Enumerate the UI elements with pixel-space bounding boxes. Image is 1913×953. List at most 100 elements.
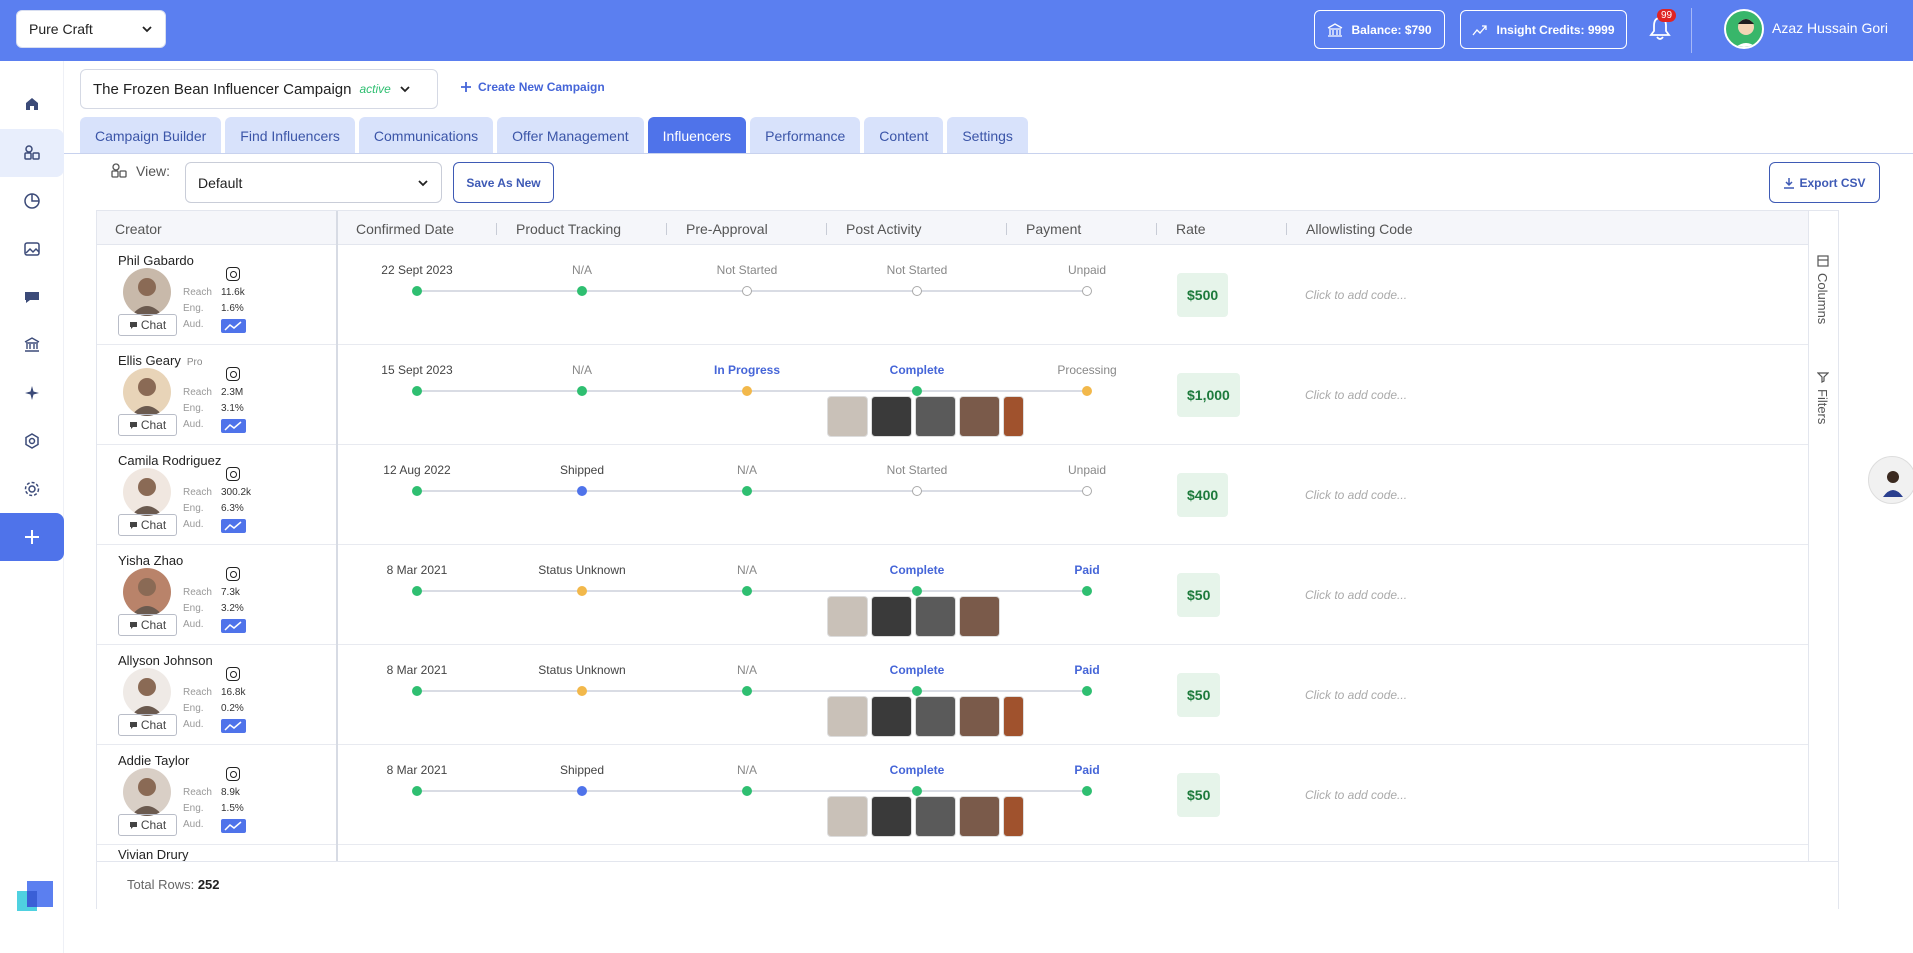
allowlisting-code-input[interactable]: Click to add code... bbox=[1305, 688, 1407, 702]
allowlisting-code-input[interactable]: Click to add code... bbox=[1305, 788, 1407, 802]
table-row[interactable]: Yisha Zhao Reach 7.3k Eng. 3.2% Aud. Chat 8 Mar… bbox=[97, 545, 1808, 645]
tab-find-influencers[interactable]: Find Influencers bbox=[225, 117, 355, 154]
header-payment[interactable]: Payment bbox=[1026, 221, 1081, 237]
instagram-icon[interactable] bbox=[226, 367, 240, 381]
chat-button[interactable]: Chat bbox=[118, 514, 177, 536]
post-thumbnail[interactable] bbox=[827, 396, 868, 437]
creator-avatar[interactable] bbox=[123, 568, 171, 616]
post-activity-status[interactable]: Not Started bbox=[887, 263, 948, 277]
tracking-status[interactable]: Shipped bbox=[560, 763, 604, 777]
pre-approval-status[interactable]: In Progress bbox=[714, 363, 780, 377]
creator-name[interactable]: Camila Rodriguez bbox=[118, 453, 221, 468]
rate-badge[interactable]: $50 bbox=[1177, 773, 1221, 817]
tracking-status[interactable]: N/A bbox=[572, 263, 592, 277]
header-pre-approval[interactable]: Pre-Approval bbox=[686, 221, 768, 237]
audience-chart-button[interactable] bbox=[221, 619, 246, 633]
chat-button[interactable]: Chat bbox=[118, 814, 177, 836]
payment-status[interactable]: Paid bbox=[1074, 563, 1099, 577]
post-thumbnail[interactable] bbox=[915, 596, 956, 637]
confirmed-status[interactable]: 8 Mar 2021 bbox=[387, 763, 448, 777]
table-row-partial[interactable]: Vivian Drury bbox=[97, 845, 1808, 861]
post-thumbnail[interactable] bbox=[1003, 396, 1024, 437]
table-row[interactable]: Phil Gabardo Reach 11.6k Eng. 1.6% Aud. Chat 22… bbox=[97, 245, 1808, 345]
post-thumbnail[interactable] bbox=[959, 696, 1000, 737]
nav-ai[interactable] bbox=[0, 369, 64, 417]
post-thumbnail[interactable] bbox=[827, 696, 868, 737]
rate-badge[interactable]: $1,000 bbox=[1177, 373, 1240, 417]
post-activity-status[interactable]: Complete bbox=[890, 363, 945, 377]
payment-status[interactable]: Unpaid bbox=[1068, 463, 1106, 477]
allowlisting-code-input[interactable]: Click to add code... bbox=[1305, 288, 1407, 302]
header-product-tracking[interactable]: Product Tracking bbox=[516, 221, 621, 237]
confirmed-status[interactable]: 22 Sept 2023 bbox=[381, 263, 452, 277]
post-thumbnail[interactable] bbox=[915, 796, 956, 837]
tab-communications[interactable]: Communications bbox=[358, 117, 494, 154]
post-activity-status[interactable]: Complete bbox=[890, 763, 945, 777]
creator-avatar[interactable] bbox=[123, 468, 171, 516]
creator-name[interactable]: Ellis Geary Pro bbox=[118, 353, 202, 368]
nav-campaigns[interactable] bbox=[0, 129, 64, 177]
nav-settings[interactable] bbox=[0, 465, 64, 513]
tab-campaign-builder[interactable]: Campaign Builder bbox=[80, 117, 222, 154]
post-thumbnail[interactable] bbox=[915, 696, 956, 737]
creator-name[interactable]: Addie Taylor bbox=[118, 753, 189, 768]
filters-toggle[interactable]: Filters bbox=[1815, 371, 1830, 424]
table-row[interactable]: Camila Rodriguez Reach 300.2k Eng. 6.3% Aud. C… bbox=[97, 445, 1808, 545]
audience-chart-button[interactable] bbox=[221, 419, 246, 433]
view-select[interactable]: Default bbox=[185, 162, 442, 203]
insight-credits-button[interactable]: Insight Credits: 9999 bbox=[1460, 10, 1627, 49]
creator-avatar[interactable] bbox=[123, 368, 171, 416]
balance-button[interactable]: Balance: $790 bbox=[1314, 10, 1445, 49]
post-thumbnail[interactable] bbox=[915, 396, 956, 437]
post-thumbnail[interactable] bbox=[871, 396, 912, 437]
nav-media[interactable] bbox=[0, 225, 64, 273]
audience-chart-button[interactable] bbox=[221, 519, 246, 533]
post-thumbnail[interactable] bbox=[871, 696, 912, 737]
rate-badge[interactable]: $50 bbox=[1177, 573, 1221, 617]
audience-chart-button[interactable] bbox=[221, 819, 246, 833]
nav-home[interactable] bbox=[0, 80, 64, 128]
nav-analytics[interactable] bbox=[0, 177, 64, 225]
workspace-select[interactable]: Pure Craft bbox=[16, 10, 166, 48]
campaign-select[interactable]: The Frozen Bean Influencer Campaign acti… bbox=[80, 69, 438, 109]
header-post-activity[interactable]: Post Activity bbox=[846, 221, 921, 237]
audience-chart-button[interactable] bbox=[221, 319, 246, 333]
nav-add-button[interactable] bbox=[0, 513, 64, 561]
instagram-icon[interactable] bbox=[226, 267, 240, 281]
pre-approval-status[interactable]: N/A bbox=[737, 663, 757, 677]
payment-status[interactable]: Paid bbox=[1074, 763, 1099, 777]
instagram-icon[interactable] bbox=[226, 767, 240, 781]
creator-avatar[interactable] bbox=[123, 268, 171, 316]
tracking-status[interactable]: Status Unknown bbox=[538, 663, 625, 677]
user-avatar[interactable] bbox=[1724, 9, 1764, 49]
chat-button[interactable]: Chat bbox=[118, 714, 177, 736]
confirmed-status[interactable]: 15 Sept 2023 bbox=[381, 363, 452, 377]
chat-button[interactable]: Chat bbox=[118, 414, 177, 436]
payment-status[interactable]: Paid bbox=[1074, 663, 1099, 677]
payment-status[interactable]: Processing bbox=[1057, 363, 1116, 377]
confirmed-status[interactable]: 12 Aug 2022 bbox=[383, 463, 450, 477]
pre-approval-status[interactable]: N/A bbox=[737, 763, 757, 777]
export-csv-button[interactable]: Export CSV bbox=[1769, 162, 1880, 203]
instagram-icon[interactable] bbox=[226, 467, 240, 481]
confirmed-status[interactable]: 8 Mar 2021 bbox=[387, 663, 448, 677]
creator-avatar[interactable] bbox=[123, 668, 171, 716]
post-thumbnail[interactable] bbox=[959, 796, 1000, 837]
columns-toggle[interactable]: Columns bbox=[1815, 255, 1830, 324]
allowlisting-code-input[interactable]: Click to add code... bbox=[1305, 588, 1407, 602]
tab-settings[interactable]: Settings bbox=[947, 117, 1028, 154]
instagram-icon[interactable] bbox=[226, 667, 240, 681]
post-thumbnail[interactable] bbox=[871, 596, 912, 637]
floating-chat-avatar[interactable] bbox=[1868, 456, 1913, 504]
nav-payments[interactable] bbox=[0, 321, 64, 369]
audience-chart-button[interactable] bbox=[221, 719, 246, 733]
header-creator[interactable]: Creator bbox=[115, 221, 162, 237]
post-activity-status[interactable]: Not Started bbox=[887, 463, 948, 477]
create-campaign-link[interactable]: Create New Campaign bbox=[460, 80, 605, 94]
tracking-status[interactable]: Status Unknown bbox=[538, 563, 625, 577]
tab-influencers[interactable]: Influencers bbox=[647, 117, 747, 154]
tracking-status[interactable]: Shipped bbox=[560, 463, 604, 477]
post-thumbnail[interactable] bbox=[871, 796, 912, 837]
header-allowlisting-code[interactable]: Allowlisting Code bbox=[1306, 221, 1413, 237]
rate-badge[interactable]: $400 bbox=[1177, 473, 1229, 517]
